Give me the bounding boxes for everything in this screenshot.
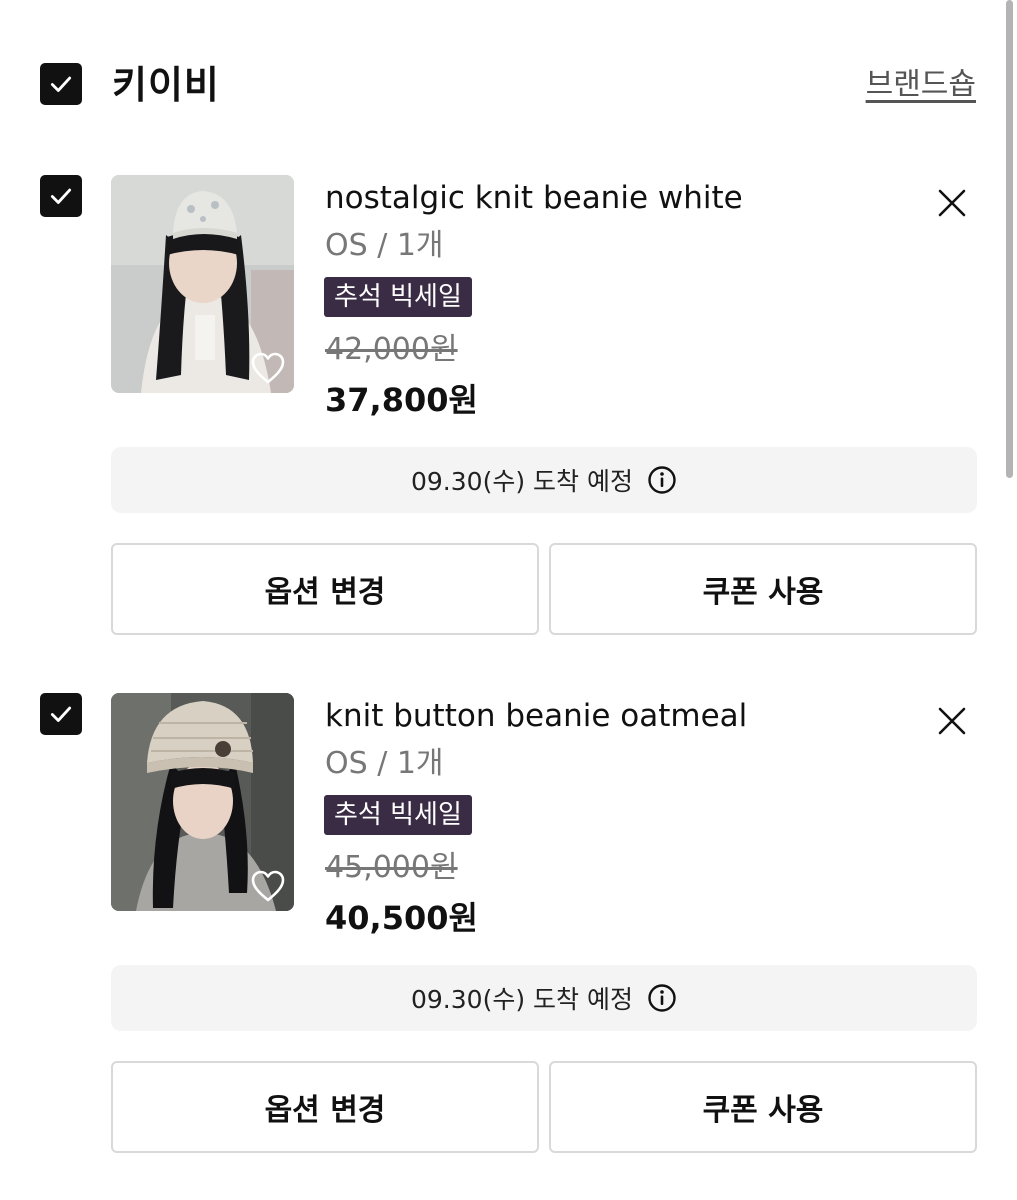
cart-item: knit button beanie oatmeal OS / 1개 추석 빅세… (0, 693, 1017, 1163)
checkmark-icon (50, 188, 72, 204)
product-option: OS / 1개 (325, 746, 444, 781)
info-icon[interactable] (647, 983, 677, 1013)
heart-icon[interactable] (250, 351, 286, 385)
delivery-text: 09.30(수) 도착 예정 (411, 467, 633, 496)
product-name[interactable]: nostalgic knit beanie white (325, 175, 743, 221)
original-price: 42,000원 (325, 332, 458, 367)
use-coupon-button[interactable]: 쿠폰 사용 (549, 1061, 977, 1153)
cart-page: 키이비 브랜드숍 nostalgic knit beanie white OS … (0, 0, 1017, 1200)
close-icon[interactable] (932, 183, 972, 223)
product-image[interactable] (111, 693, 294, 911)
change-option-button[interactable]: 옵션 변경 (111, 1061, 539, 1153)
close-icon[interactable] (932, 701, 972, 741)
original-price: 45,000원 (325, 850, 458, 885)
item-select-checkbox[interactable] (40, 693, 82, 735)
use-coupon-button[interactable]: 쿠폰 사용 (549, 543, 977, 635)
checkmark-icon (50, 706, 72, 722)
change-option-button[interactable]: 옵션 변경 (111, 543, 539, 635)
sale-price: 40,500원 (325, 899, 478, 937)
checkmark-icon (50, 76, 72, 92)
product-name[interactable]: knit button beanie oatmeal (325, 693, 747, 739)
cart-item: nostalgic knit beanie white OS / 1개 추석 빅… (0, 175, 1017, 645)
item-select-checkbox[interactable] (40, 175, 82, 217)
product-option: OS / 1개 (325, 228, 444, 263)
product-image[interactable] (111, 175, 294, 393)
delivery-text: 09.30(수) 도착 예정 (411, 985, 633, 1014)
sale-badge: 추석 빅세일 (324, 795, 472, 835)
delivery-estimate: 09.30(수) 도착 예정 (111, 447, 977, 513)
info-icon[interactable] (647, 465, 677, 495)
heart-icon[interactable] (250, 869, 286, 903)
brand-shop-link[interactable]: 브랜드숍 (866, 64, 976, 106)
sale-badge: 추석 빅세일 (324, 277, 472, 317)
brand-name: 키이비 (112, 63, 220, 107)
delivery-estimate: 09.30(수) 도착 예정 (111, 965, 977, 1031)
sale-price: 37,800원 (325, 381, 478, 419)
brand-select-checkbox[interactable] (40, 63, 82, 105)
